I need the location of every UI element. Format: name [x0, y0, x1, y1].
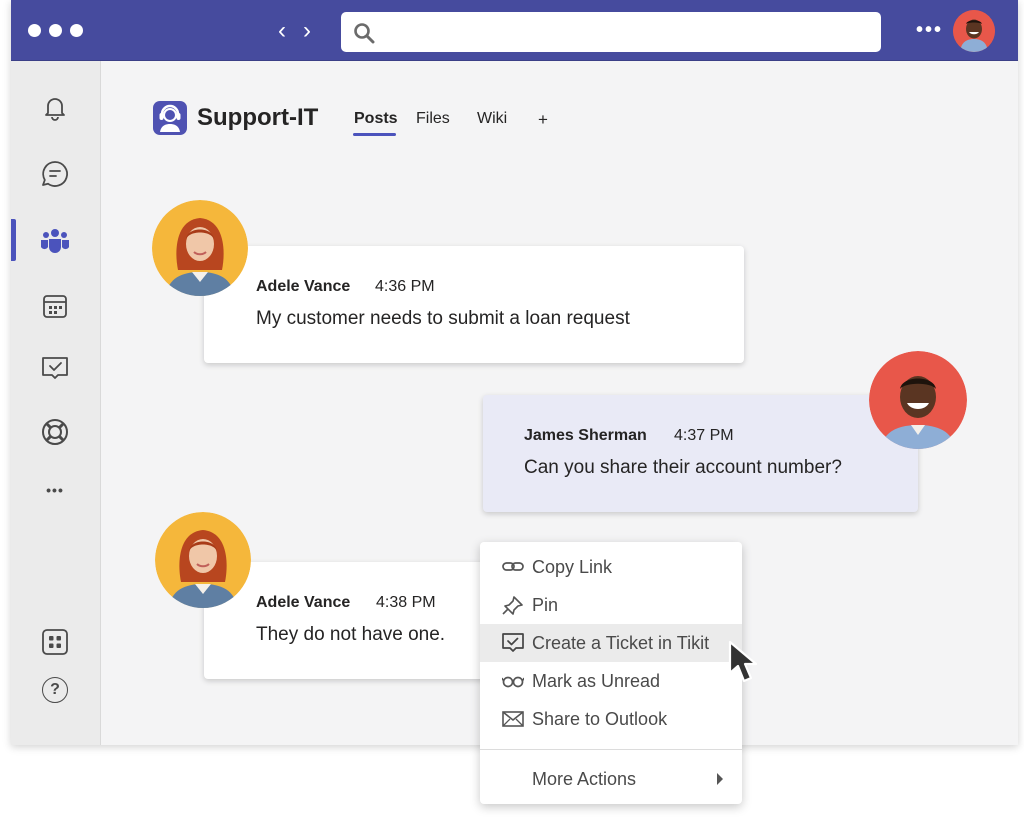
add-tab-button[interactable]: +: [538, 110, 548, 130]
forward-arrow-icon[interactable]: ›: [303, 17, 311, 45]
apps-icon: [42, 629, 68, 655]
avatar-james-sherman[interactable]: [869, 351, 967, 449]
message-context-menu: Copy Link Pin Create a Ticket in Tikit M…: [480, 542, 742, 804]
menu-item-label: Mark as Unread: [532, 671, 661, 691]
menu-item-more-actions[interactable]: More Actions: [480, 760, 742, 798]
menu-item-share-outlook[interactable]: Share to Outlook: [480, 700, 742, 738]
message-author: Adele Vance: [256, 278, 351, 295]
menu-item-copy-link[interactable]: Copy Link: [480, 548, 742, 586]
rail-item-calendar[interactable]: [38, 289, 72, 323]
menu-item-pin[interactable]: Pin: [480, 586, 742, 624]
message-time: 4:38 PM: [376, 594, 436, 611]
message-author: James Sherman: [524, 427, 647, 444]
channel-title: Support-IT: [197, 104, 319, 131]
message-text: They do not have one.: [256, 624, 446, 645]
rail-item-help[interactable]: ?: [38, 673, 72, 707]
rail-item-activity[interactable]: [38, 91, 72, 125]
help-icon-glyph: ?: [50, 681, 60, 698]
message-time: 4:36 PM: [375, 278, 435, 295]
window-dot[interactable]: [70, 24, 83, 37]
active-tab-underline: [353, 133, 396, 136]
mouse-cursor-icon: [728, 640, 758, 683]
rail-item-teams[interactable]: [38, 223, 72, 257]
back-arrow-icon[interactable]: ‹: [278, 17, 286, 45]
menu-item-label: Copy Link: [532, 557, 613, 577]
message-card[interactable]: James Sherman 4:37 PM Can you share thei…: [483, 395, 918, 512]
menu-item-mark-unread[interactable]: Mark as Unread: [480, 662, 742, 700]
left-app-rail: ••• ?: [11, 61, 101, 745]
teams-icon: [41, 229, 69, 253]
chat-icon: [42, 161, 68, 187]
search-icon: [354, 23, 375, 44]
menu-item-label: Pin: [532, 595, 559, 615]
rail-item-apps[interactable]: [38, 625, 72, 659]
menu-item-label: Create a Ticket in Tikit: [532, 633, 710, 653]
message-author: Adele Vance: [256, 594, 351, 611]
mail-icon: [502, 711, 524, 727]
rail-item-help-desk[interactable]: [38, 415, 72, 449]
rail-item-chat[interactable]: [38, 157, 72, 191]
lifebuoy-icon: [42, 419, 68, 445]
message-text: My customer needs to submit a loan reque…: [256, 308, 630, 329]
message-card[interactable]: Adele Vance 4:36 PM My customer needs to…: [204, 246, 744, 363]
ticket-check-icon: [502, 633, 524, 652]
menu-item-label: More Actions: [532, 769, 637, 789]
more-options-icon[interactable]: •••: [916, 20, 943, 40]
menu-item-label: Share to Outlook: [532, 709, 668, 729]
channel-logo-icon: [153, 101, 187, 135]
tab-posts[interactable]: Posts: [354, 110, 398, 128]
avatar-adele-vance[interactable]: [155, 512, 251, 608]
message-time: 4:37 PM: [674, 427, 734, 444]
chevron-right-icon: [717, 773, 723, 785]
message-card[interactable]: Adele Vance 4:38 PM They do not have one…: [204, 562, 494, 679]
title-bar: ‹ › •••: [11, 0, 1018, 61]
active-indicator: [11, 219, 16, 261]
tab-files[interactable]: Files: [416, 110, 450, 128]
teams-window: ‹ › ••• ••• ? Support-IT Posts Files Wik…: [11, 0, 1018, 804]
bell-icon: [45, 98, 65, 121]
glasses-icon: [502, 676, 524, 688]
link-icon: [502, 562, 524, 571]
tab-wiki[interactable]: Wiki: [477, 110, 507, 128]
rail-item-tasks[interactable]: [38, 351, 72, 385]
window-dot[interactable]: [49, 24, 62, 37]
message-text: Can you share their account number?: [524, 457, 842, 478]
task-check-icon: [42, 357, 68, 379]
calendar-icon: [43, 295, 67, 318]
help-icon: ?: [42, 677, 68, 703]
menu-item-create-ticket[interactable]: Create a Ticket in Tikit: [480, 624, 742, 662]
ellipsis-icon[interactable]: •••: [38, 473, 72, 507]
menu-divider: [480, 749, 742, 750]
user-avatar[interactable]: [953, 10, 995, 52]
search-input[interactable]: [341, 12, 881, 52]
avatar-adele-vance[interactable]: [152, 200, 248, 296]
window-dot[interactable]: [28, 24, 41, 37]
pin-icon: [502, 596, 523, 615]
